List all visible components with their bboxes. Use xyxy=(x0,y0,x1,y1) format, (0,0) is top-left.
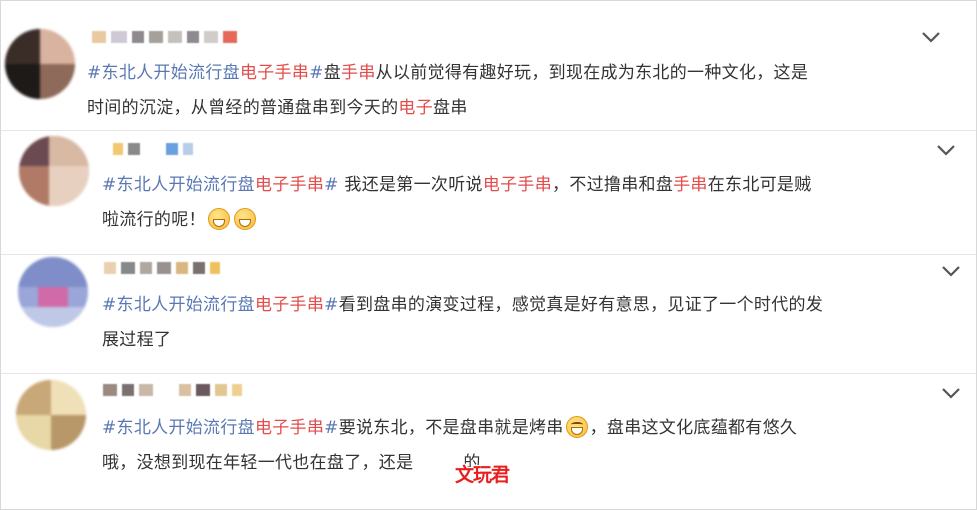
comment-text-line-1: #东北人开始流行盘电子手串#要说东北，不是盘串就是烤串 ，盘串这文化底蕴都有悠久 xyxy=(102,416,798,438)
user-avatar[interactable] xyxy=(19,136,89,206)
watermark-logo: 文玩君 xyxy=(455,464,510,486)
blurred-username[interactable] xyxy=(92,31,237,43)
hashtag-link[interactable]: #东北人开始流行盘电子手串# xyxy=(102,418,339,438)
grinning-emoji-icon xyxy=(233,208,256,230)
comment-card: #东北人开始流行盘电子手串# 我还是第一次听说电子手串，不过撸串和盘手串在东北可… xyxy=(1,131,976,254)
user-avatar[interactable] xyxy=(16,380,86,450)
comment-text-line-2: 展过程了 xyxy=(102,330,172,350)
expand-chevron[interactable] xyxy=(941,264,961,278)
laughing-emoji-icon xyxy=(565,416,588,438)
chevron-down-icon xyxy=(942,388,960,399)
chevron-down-icon xyxy=(922,32,940,43)
user-avatar[interactable] xyxy=(18,257,88,327)
comment-text-line-2: 时间的沉淀，从曾经的普通盘串到今天的电子盘串 xyxy=(87,98,468,118)
comment-text-line-2: 啦流行的呢！ xyxy=(102,203,258,238)
comment-text-line-1: #东北人开始流行盘电子手串#盘手串从以前觉得有趣好玩，到现在成为东北的一种文化，… xyxy=(87,63,809,83)
blurred-username[interactable] xyxy=(104,262,220,274)
expand-chevron[interactable] xyxy=(941,386,961,400)
chevron-down-icon xyxy=(942,266,960,277)
hashtag-link[interactable]: #东北人开始流行盘电子手串# xyxy=(102,295,339,315)
expand-chevron[interactable] xyxy=(936,143,956,157)
hashtag-link[interactable]: #东北人开始流行盘电子手串# xyxy=(102,175,339,195)
grinning-emoji-icon xyxy=(207,208,230,230)
expand-chevron[interactable] xyxy=(921,30,941,44)
chevron-down-icon xyxy=(937,145,955,156)
comment-card: #东北人开始流行盘电子手串#盘手串从以前觉得有趣好玩，到现在成为东北的一种文化，… xyxy=(1,1,976,131)
comment-text-line-2: 哦，没想到现在年轻一代也在盘了，还是的 xyxy=(102,453,481,473)
blurred-username[interactable] xyxy=(103,384,242,396)
comment-text-line-1: #东北人开始流行盘电子手串#看到盘串的演变过程，感觉真是好有意思，见证了一个时代… xyxy=(102,295,824,315)
comment-card: #东北人开始流行盘电子手串#看到盘串的演变过程，感觉真是好有意思，见证了一个时代… xyxy=(1,255,976,373)
comment-text-line-1: #东北人开始流行盘电子手串# 我还是第一次听说电子手串，不过撸串和盘手串在东北可… xyxy=(102,175,812,195)
comment-card: #东北人开始流行盘电子手串#要说东北，不是盘串就是烤串 ，盘串这文化底蕴都有悠久 … xyxy=(1,374,976,508)
blurred-username[interactable] xyxy=(113,143,193,155)
hashtag-link[interactable]: #东北人开始流行盘电子手串# xyxy=(87,63,324,83)
user-avatar[interactable] xyxy=(5,29,75,99)
